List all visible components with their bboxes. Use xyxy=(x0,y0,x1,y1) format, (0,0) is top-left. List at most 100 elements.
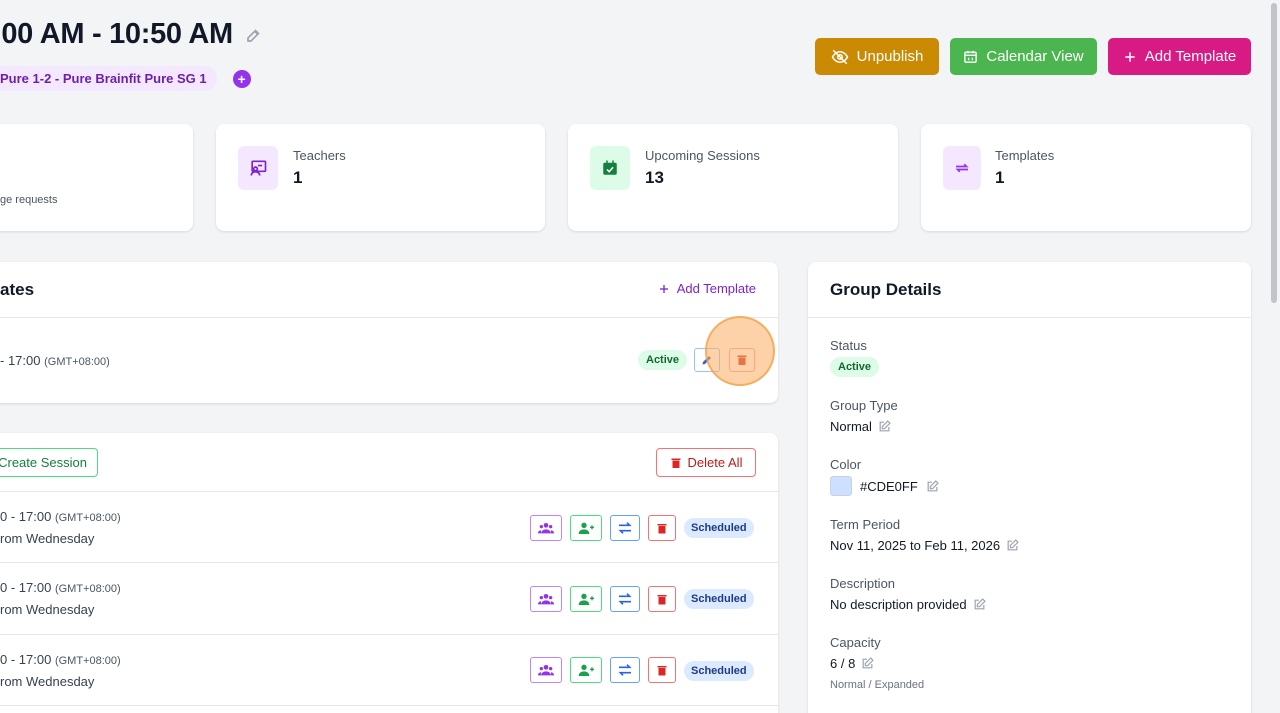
edit-icon[interactable] xyxy=(973,598,986,611)
capacity-text: 6 / 8 xyxy=(830,656,856,671)
session-recurrence: rom Wednesday xyxy=(0,674,95,689)
delete-session-button[interactable] xyxy=(648,515,676,541)
stat-sub: ge requests xyxy=(0,194,58,206)
create-session-button[interactable]: Create Session xyxy=(0,448,98,477)
status-label: Status xyxy=(830,338,867,353)
color-label: Color xyxy=(830,457,862,472)
add-group-icon[interactable]: + xyxy=(232,69,251,88)
reschedule-button[interactable] xyxy=(610,586,640,612)
plus-icon xyxy=(1125,51,1135,62)
reschedule-button[interactable] xyxy=(610,657,640,683)
user-plus-icon xyxy=(578,522,594,534)
add-student-button[interactable] xyxy=(570,586,602,612)
capacity-label: Capacity xyxy=(830,635,881,650)
session-status-badge: Scheduled xyxy=(684,661,754,681)
page-scrollbar[interactable] xyxy=(1270,0,1278,713)
divider xyxy=(0,634,778,635)
session-status-badge: Scheduled xyxy=(684,589,754,609)
delete-template-button[interactable] xyxy=(729,348,755,372)
templates-title: ates xyxy=(0,280,35,299)
trash-icon xyxy=(737,355,747,365)
pencil-icon xyxy=(702,356,711,365)
delete-session-button[interactable] xyxy=(648,657,676,683)
calendar-check-icon xyxy=(590,146,630,190)
term-period-text: Nov 11, 2025 to Feb 11, 2026 xyxy=(830,538,1001,553)
color-swatch xyxy=(830,476,852,496)
trash-icon xyxy=(657,594,667,604)
repeat-icon xyxy=(943,146,981,190)
edit-icon[interactable] xyxy=(878,420,891,433)
users-icon xyxy=(538,665,554,676)
divider xyxy=(0,562,778,563)
trash-icon xyxy=(671,458,681,468)
add-template-button[interactable]: Add Template xyxy=(1108,38,1251,75)
description-value: No description provided xyxy=(830,597,986,612)
reschedule-button[interactable] xyxy=(610,515,640,541)
stat-value: 1 xyxy=(293,168,303,187)
stat-card-teachers: Teachers 1 xyxy=(216,124,545,231)
teacher-icon xyxy=(238,146,278,190)
status-badge: Active xyxy=(830,357,880,377)
trash-icon xyxy=(657,665,667,675)
edit-icon[interactable] xyxy=(245,26,263,44)
delete-all-button[interactable]: Delete All xyxy=(656,448,756,477)
stat-value: 13 xyxy=(645,168,664,187)
term-period-value: Nov 11, 2025 to Feb 11, 2026 xyxy=(830,538,1019,553)
session-status-badge: Scheduled xyxy=(684,518,754,538)
page-title: :00 AM - 10:50 AM xyxy=(0,18,263,51)
create-session-label: Create Session xyxy=(0,455,87,470)
capacity-note: Normal / Expanded xyxy=(830,679,925,691)
sessions-card: Create Session Delete All 0 - 17:00 (GMT… xyxy=(0,433,778,713)
template-time-range: - 17:00 xyxy=(0,353,41,368)
templates-add-link[interactable]: Add Template xyxy=(658,281,756,296)
add-student-button[interactable] xyxy=(570,515,602,541)
delete-session-button[interactable] xyxy=(648,586,676,612)
template-status-badge: Active xyxy=(638,350,688,370)
attendees-button[interactable] xyxy=(530,515,562,541)
session-time: 0 - 17:00 (GMT+08:00) xyxy=(0,652,121,667)
swap-icon xyxy=(618,664,632,676)
group-pill-row: Pure 1-2 - Pure Brainfit Pure SG 1 + xyxy=(0,66,251,91)
template-time: - 17:00 (GMT+08:00) xyxy=(0,353,110,368)
color-text: #CDE0FF xyxy=(860,478,918,494)
user-plus-icon xyxy=(578,664,594,676)
template-timezone: (GMT+08:00) xyxy=(44,356,110,368)
add-template-label: Add Template xyxy=(1144,48,1237,65)
session-recurrence: rom Wednesday xyxy=(0,602,95,617)
edit-template-button[interactable] xyxy=(694,348,720,372)
session-timezone: (GMT+08:00) xyxy=(54,583,121,595)
scrollbar-thumb[interactable] xyxy=(1271,3,1277,303)
page-title-text: :00 AM - 10:50 AM xyxy=(0,18,233,50)
edit-icon[interactable] xyxy=(926,479,939,493)
stat-label: Templates xyxy=(995,148,1055,163)
session-timezone: (GMT+08:00) xyxy=(54,512,121,524)
capacity-value: 6 / 8 xyxy=(830,656,875,671)
swap-icon xyxy=(618,522,632,534)
description-label: Description xyxy=(830,576,896,591)
edit-icon[interactable] xyxy=(861,657,875,670)
group-type-text: Normal xyxy=(830,419,872,434)
group-type-label: Group Type xyxy=(830,398,898,413)
attendees-button[interactable] xyxy=(530,586,562,612)
users-icon xyxy=(538,594,554,605)
user-plus-icon xyxy=(578,593,594,605)
group-pill[interactable]: Pure 1-2 - Pure Brainfit Pure SG 1 xyxy=(0,66,217,91)
color-value: #CDE0FF xyxy=(830,476,939,496)
group-type-value: Normal xyxy=(830,419,891,434)
unpublish-button[interactable]: Unpublish xyxy=(815,38,939,75)
edit-icon[interactable] xyxy=(1006,539,1019,552)
templates-add-label: Add Template xyxy=(676,281,756,296)
stat-label: Teachers xyxy=(293,148,346,163)
calendar-view-button[interactable]: Calendar View xyxy=(950,38,1097,75)
templates-card: ates Add Template - 17:00 (GMT+08:00) Ac… xyxy=(0,262,778,403)
divider xyxy=(0,705,778,706)
session-time: 0 - 17:00 (GMT+08:00) xyxy=(0,509,121,524)
calendar-view-label: Calendar View xyxy=(986,48,1084,65)
divider xyxy=(808,317,1251,318)
attendees-button[interactable] xyxy=(530,657,562,683)
stat-card-templates: Templates 1 xyxy=(921,124,1251,231)
add-student-button[interactable] xyxy=(570,657,602,683)
session-time-range: 0 - 17:00 xyxy=(0,652,52,667)
users-icon xyxy=(538,523,554,534)
stat-card-upcoming-sessions: Upcoming Sessions 13 xyxy=(568,124,898,231)
